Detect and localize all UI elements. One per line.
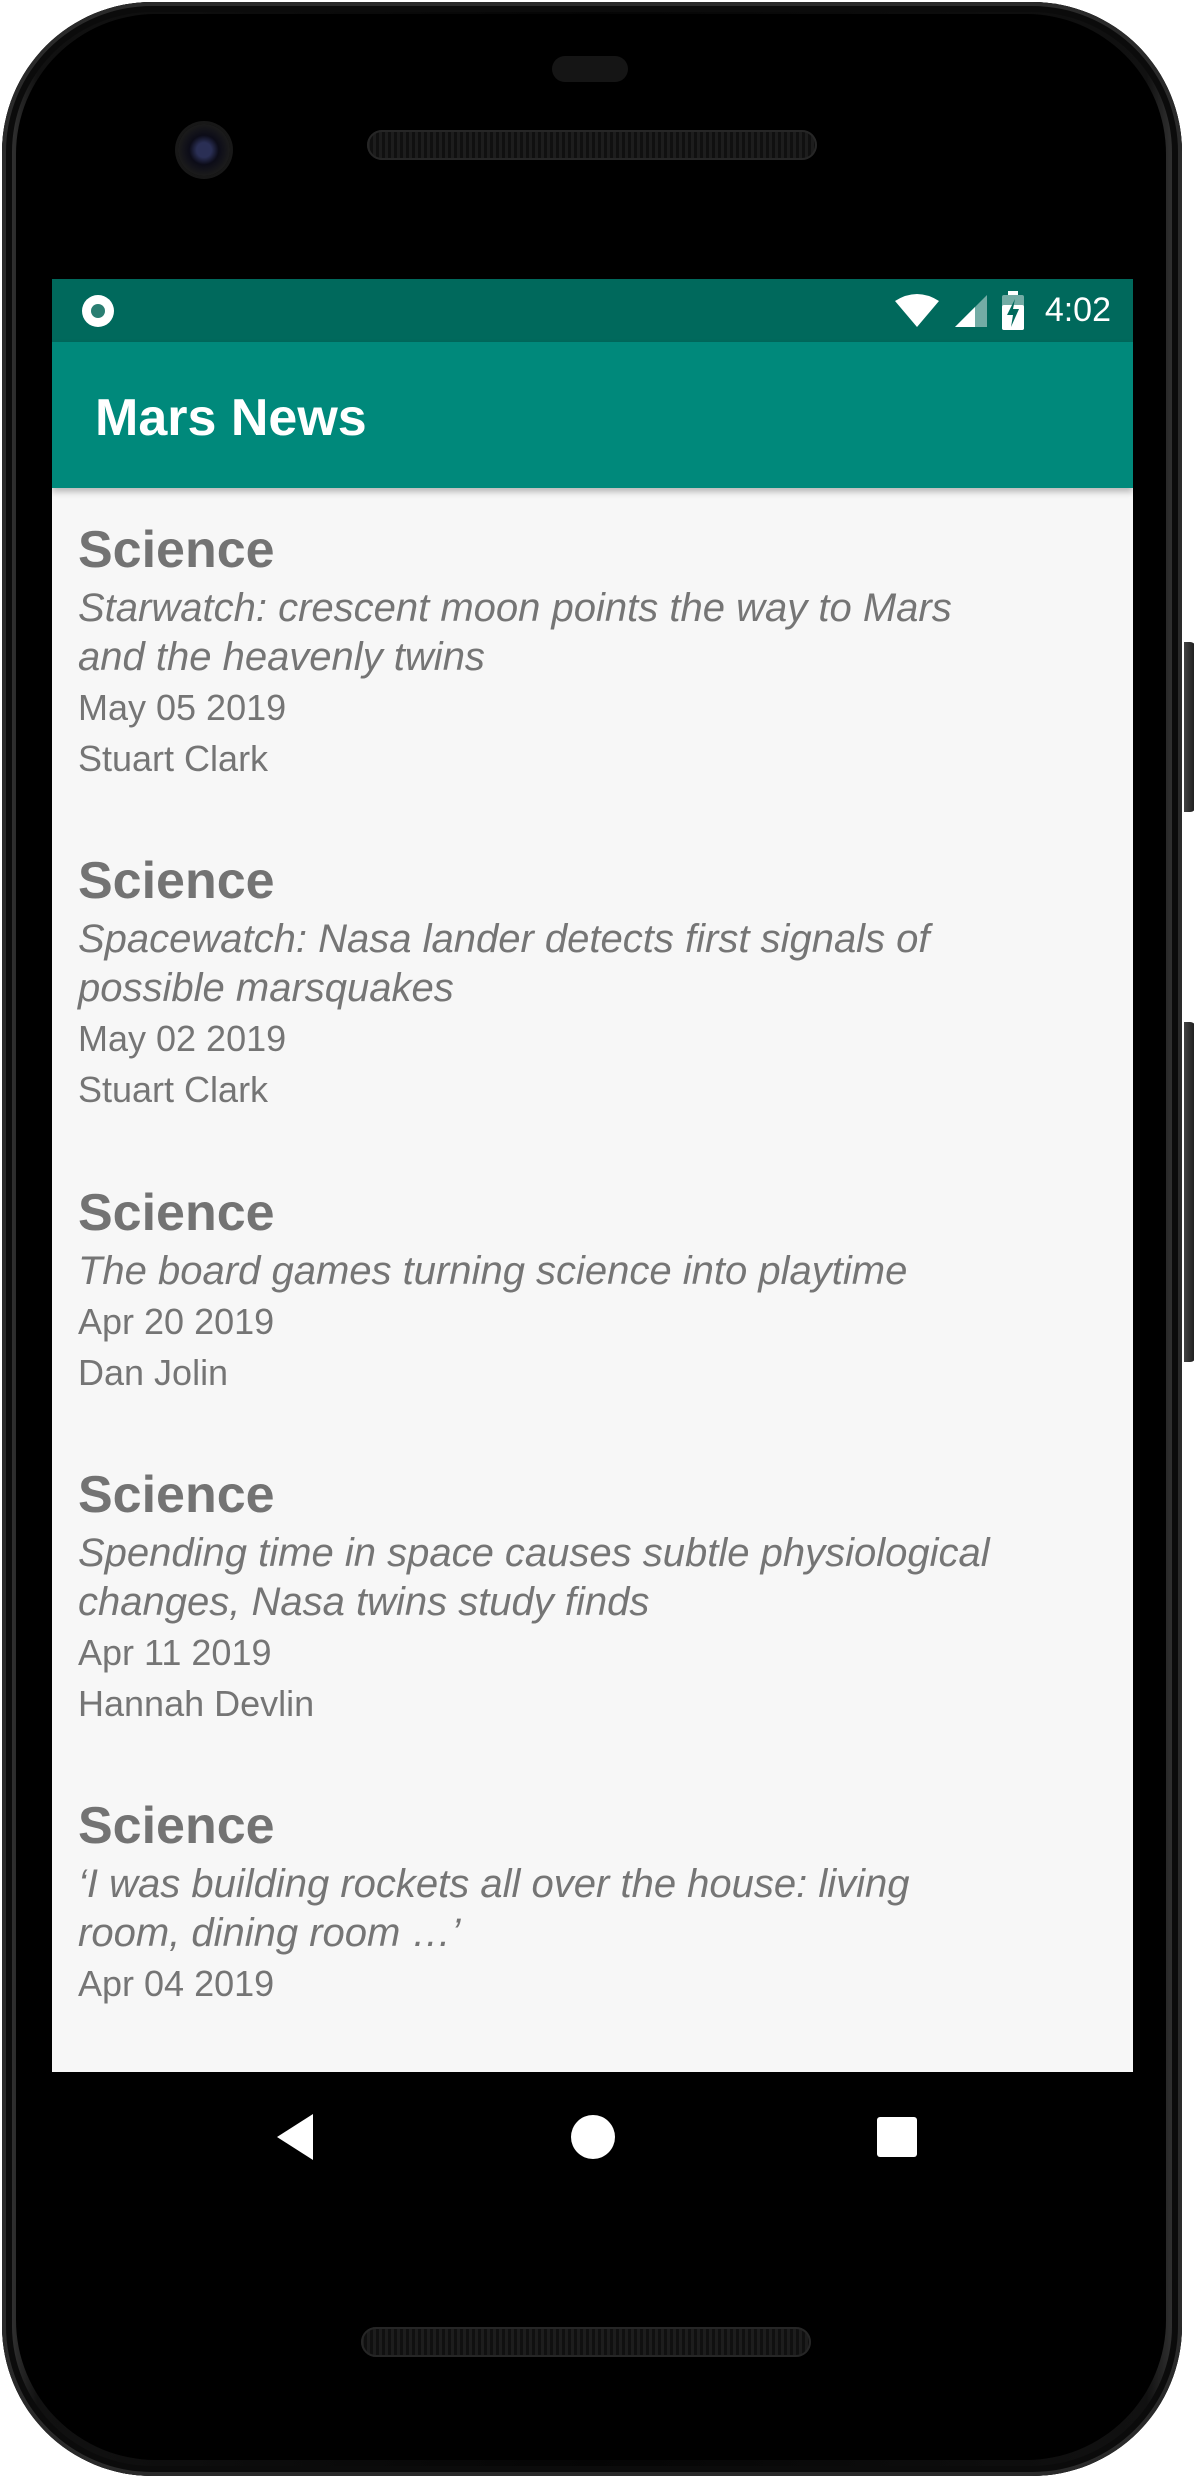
news-headline: Spending time in space causes subtle phy… — [78, 1529, 1088, 1627]
news-date: Apr 11 2019 — [78, 1632, 272, 1673]
news-section: Science — [78, 1466, 275, 1524]
app-title: Mars News — [95, 389, 367, 447]
wifi-icon — [894, 293, 939, 327]
screen: 4:02 Mars News Science Starwatch: cresce… — [52, 279, 1133, 2072]
news-author: Stuart Clark — [78, 1069, 269, 1110]
news-section: Science — [78, 1184, 275, 1242]
headline-line: and the heavenly twins — [78, 635, 485, 679]
proximity-sensor — [552, 56, 628, 82]
news-date: May 02 2019 — [78, 1018, 287, 1059]
back-icon[interactable] — [263, 2102, 333, 2172]
headline-line: Spacewatch: Nasa lander detects first si… — [78, 917, 930, 961]
news-author: Hannah Devlin — [78, 1683, 315, 1724]
news-section: Science — [78, 1797, 275, 1855]
power-button — [1184, 642, 1194, 812]
news-section: Science — [78, 521, 275, 579]
news-date: May 05 2019 — [78, 687, 287, 728]
phone-device: 4:02 Mars News Science Starwatch: cresce… — [0, 0, 1194, 2480]
status-bar: 4:02 — [52, 279, 1133, 342]
navigation-bar — [52, 2072, 1133, 2202]
news-section: Science — [78, 852, 275, 910]
battery-charging-icon — [1001, 290, 1024, 330]
news-date: Apr 04 2019 — [78, 1963, 275, 2004]
volume-button — [1184, 1022, 1194, 1362]
top-speaker — [367, 130, 817, 160]
headline-line: possible marsquakes — [78, 966, 454, 1010]
front-camera-icon — [178, 124, 230, 176]
headline-line: changes, Nasa twins study finds — [78, 1580, 650, 1624]
news-headline: Starwatch: crescent moon points the way … — [78, 584, 1088, 682]
circle-notification-icon — [82, 295, 114, 327]
app-bar: Mars News — [52, 342, 1133, 488]
status-icons: 4:02 — [893, 279, 1111, 342]
news-item[interactable]: Science Spacewatch: Nasa lander detects … — [78, 851, 1088, 1115]
bottom-speaker — [361, 2327, 811, 2357]
news-item[interactable]: Science Starwatch: crescent moon points … — [78, 520, 1088, 784]
news-date: Apr 20 2019 — [78, 1301, 275, 1342]
status-time: 4:02 — [1044, 291, 1111, 329]
news-item[interactable]: Science Spending time in space causes su… — [78, 1465, 1088, 1729]
news-author: Dan Jolin — [78, 1352, 229, 1393]
recents-icon[interactable] — [862, 2102, 932, 2172]
cell-signal-icon — [954, 294, 987, 327]
headline-line: Spending time in space causes subtle phy… — [78, 1531, 990, 1575]
news-author: Stuart Clark — [78, 738, 269, 779]
news-item[interactable]: Science ‘I was building rockets all over… — [78, 1796, 1088, 2009]
news-headline: ‘I was building rockets all over the hou… — [78, 1860, 1088, 1958]
headline-line: Starwatch: crescent moon points the way … — [78, 586, 952, 630]
headline-line: ‘I was building rockets all over the hou… — [78, 1862, 910, 1906]
news-item[interactable]: Science The board games turning science … — [78, 1183, 1088, 1398]
news-headline: Spacewatch: Nasa lander detects first si… — [78, 915, 1088, 1013]
home-icon[interactable] — [558, 2102, 628, 2172]
headline-line: The board games turning science into pla… — [78, 1249, 908, 1293]
headline-line: room, dining room …’ — [78, 1911, 461, 1955]
news-headline: The board games turning science into pla… — [78, 1247, 1088, 1296]
